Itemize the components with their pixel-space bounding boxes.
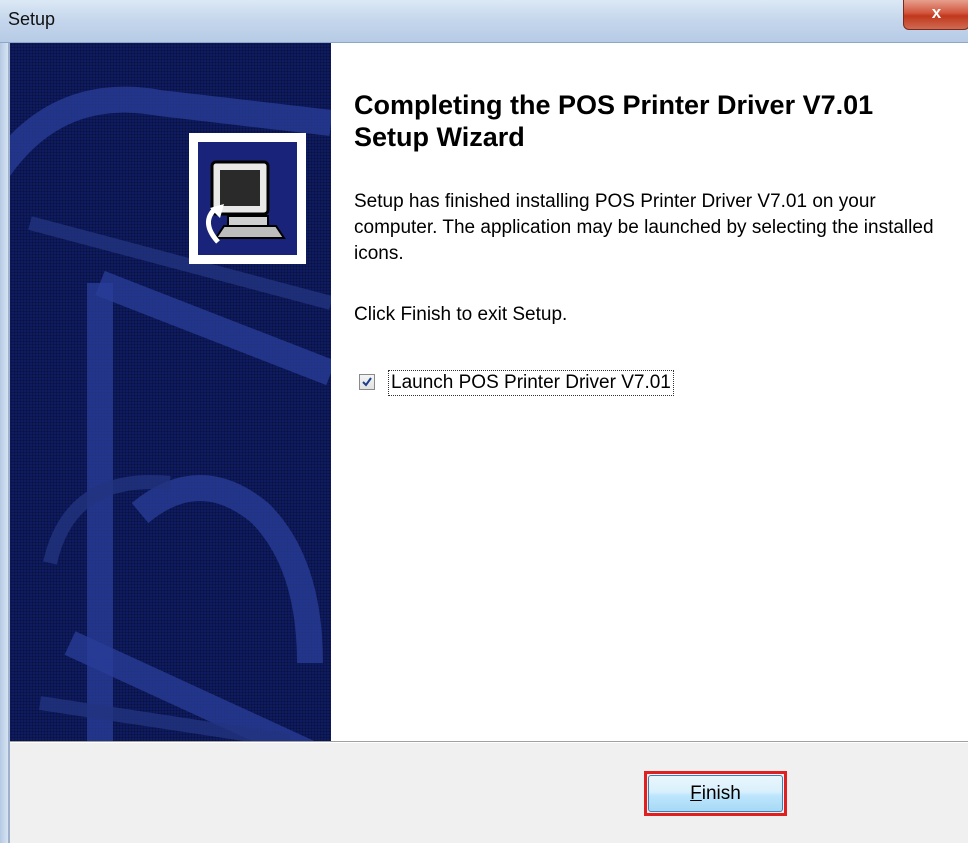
title-bar: Setup x (0, 0, 968, 43)
finish-button[interactable]: Finish (648, 775, 783, 812)
wizard-body-text: Setup has finished installing POS Printe… (354, 191, 934, 264)
checkmark-icon (362, 377, 372, 387)
launch-checkbox[interactable] (359, 374, 375, 390)
window-frame-edge (0, 43, 8, 843)
close-button[interactable]: x (903, 0, 968, 30)
wizard-banner (10, 43, 331, 741)
window-title: Setup (8, 9, 56, 29)
installer-logo-frame (189, 133, 306, 264)
wizard-footer (10, 743, 968, 843)
wizard-instruction-text: Click Finish to exit Setup. (354, 304, 568, 325)
launch-checkbox-label[interactable]: Launch POS Printer Driver V7.01 (388, 370, 674, 396)
wizard-heading: Completing the POS Printer Driver V7.01 … (354, 90, 874, 152)
finish-label-rest: inish (701, 782, 741, 804)
computer-install-icon (206, 160, 286, 244)
finish-mnemonic: F (690, 782, 702, 804)
